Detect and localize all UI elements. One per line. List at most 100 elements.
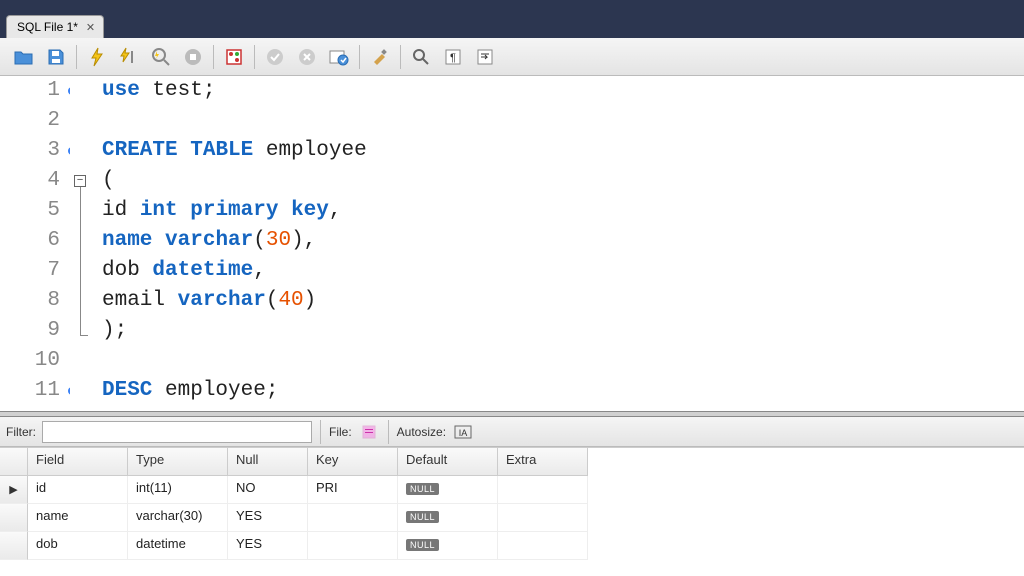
null-badge: NULL: [406, 483, 439, 495]
line-number: 6: [0, 226, 60, 256]
autocommit-button[interactable]: [325, 43, 353, 71]
cell-default[interactable]: NULL: [398, 476, 498, 504]
line-number: 2: [0, 106, 60, 136]
separator: [320, 420, 321, 444]
col-default[interactable]: Default: [398, 448, 498, 476]
separator: [213, 45, 214, 69]
export-button[interactable]: [358, 421, 380, 443]
line-number: 5: [0, 196, 60, 226]
cell-field[interactable]: dob: [28, 532, 128, 560]
line-gutter: 1234567891011: [0, 76, 70, 411]
cell-default[interactable]: NULL: [398, 504, 498, 532]
code-line[interactable]: name varchar(30),: [102, 226, 1024, 256]
results-toolbar: Filter: File: Autosize: IA: [0, 417, 1024, 447]
code-line[interactable]: use test;: [102, 76, 1024, 106]
grid-header-row: Field Type Null Key Default Extra: [0, 448, 1024, 476]
cell-type[interactable]: varchar(30): [128, 504, 228, 532]
line-number: 8: [0, 286, 60, 316]
show-whitespace-button[interactable]: ¶: [439, 43, 467, 71]
open-button[interactable]: [10, 43, 38, 71]
fold-column: −: [70, 76, 94, 411]
cell-null[interactable]: YES: [228, 504, 308, 532]
cell-key[interactable]: [308, 532, 398, 560]
line-number: 1: [0, 76, 60, 106]
stop-button[interactable]: [179, 43, 207, 71]
cell-extra[interactable]: [498, 476, 588, 504]
svg-text:¶: ¶: [450, 52, 456, 64]
table-row[interactable]: namevarchar(30)YES NULL: [0, 504, 1024, 532]
results-grid: Field Type Null Key Default Extra ▶ idint…: [0, 447, 1024, 560]
main-toolbar: ¶: [0, 38, 1024, 76]
separator: [400, 45, 401, 69]
cell-field[interactable]: name: [28, 504, 128, 532]
wrap-button[interactable]: [471, 43, 499, 71]
col-field[interactable]: Field: [28, 448, 128, 476]
cell-extra[interactable]: [498, 504, 588, 532]
code-line[interactable]: [102, 346, 1024, 376]
filter-label: Filter:: [6, 425, 36, 439]
code-line[interactable]: );: [102, 316, 1024, 346]
tab-sql-file[interactable]: SQL File 1* ✕: [6, 15, 104, 38]
row-selector[interactable]: [0, 504, 28, 532]
svg-text:IA: IA: [459, 428, 468, 438]
cell-extra[interactable]: [498, 532, 588, 560]
line-number: 9: [0, 316, 60, 346]
table-row[interactable]: dobdatetimeYES NULL: [0, 532, 1024, 560]
line-number: 3: [0, 136, 60, 166]
col-extra[interactable]: Extra: [498, 448, 588, 476]
cancel-button[interactable]: [293, 43, 321, 71]
cell-field[interactable]: id: [28, 476, 128, 504]
code-line[interactable]: dob datetime,: [102, 256, 1024, 286]
cell-key[interactable]: [308, 504, 398, 532]
separator: [359, 45, 360, 69]
code-area[interactable]: use test; CREATE TABLE employee(id int pr…: [94, 76, 1024, 411]
cell-null[interactable]: YES: [228, 532, 308, 560]
separator: [76, 45, 77, 69]
null-badge: NULL: [406, 511, 439, 523]
cell-type[interactable]: int(11): [128, 476, 228, 504]
col-type[interactable]: Type: [128, 448, 228, 476]
code-line[interactable]: [102, 106, 1024, 136]
cell-type[interactable]: datetime: [128, 532, 228, 560]
sql-editor[interactable]: 1234567891011 − use test; CREATE TABLE em…: [0, 76, 1024, 411]
line-number: 11: [0, 376, 60, 406]
code-line[interactable]: email varchar(40): [102, 286, 1024, 316]
line-number: 4: [0, 166, 60, 196]
autosize-label: Autosize:: [397, 425, 446, 439]
col-null[interactable]: Null: [228, 448, 308, 476]
separator: [388, 420, 389, 444]
cell-default[interactable]: NULL: [398, 532, 498, 560]
check-button[interactable]: [261, 43, 289, 71]
close-icon[interactable]: ✕: [86, 21, 95, 34]
cell-null[interactable]: NO: [228, 476, 308, 504]
commit-button[interactable]: [220, 43, 248, 71]
title-bar: [0, 0, 1024, 10]
row-selector[interactable]: ▶: [0, 476, 28, 504]
search-button[interactable]: [407, 43, 435, 71]
execute-step-button[interactable]: [115, 43, 143, 71]
tab-strip: SQL File 1* ✕: [0, 10, 1024, 38]
fold-line: [80, 187, 81, 335]
format-button[interactable]: [366, 43, 394, 71]
null-badge: NULL: [406, 539, 439, 551]
code-line[interactable]: DESC employee;: [102, 376, 1024, 406]
current-row-icon: ▶: [9, 483, 17, 496]
code-line[interactable]: CREATE TABLE employee: [102, 136, 1024, 166]
table-row[interactable]: ▶ idint(11)NOPRI NULL: [0, 476, 1024, 504]
code-line[interactable]: (: [102, 166, 1024, 196]
file-label: File:: [329, 425, 352, 439]
explain-button[interactable]: [147, 43, 175, 71]
fold-toggle-icon[interactable]: −: [74, 175, 86, 187]
filter-input[interactable]: [42, 421, 312, 443]
col-key[interactable]: Key: [308, 448, 398, 476]
autosize-button[interactable]: IA: [452, 421, 474, 443]
row-selector[interactable]: [0, 532, 28, 560]
cell-key[interactable]: PRI: [308, 476, 398, 504]
separator: [254, 45, 255, 69]
execute-button[interactable]: [83, 43, 111, 71]
tab-label: SQL File 1*: [17, 20, 78, 34]
line-number: 10: [0, 346, 60, 376]
code-line[interactable]: id int primary key,: [102, 196, 1024, 226]
line-number: 7: [0, 256, 60, 286]
save-button[interactable]: [42, 43, 70, 71]
